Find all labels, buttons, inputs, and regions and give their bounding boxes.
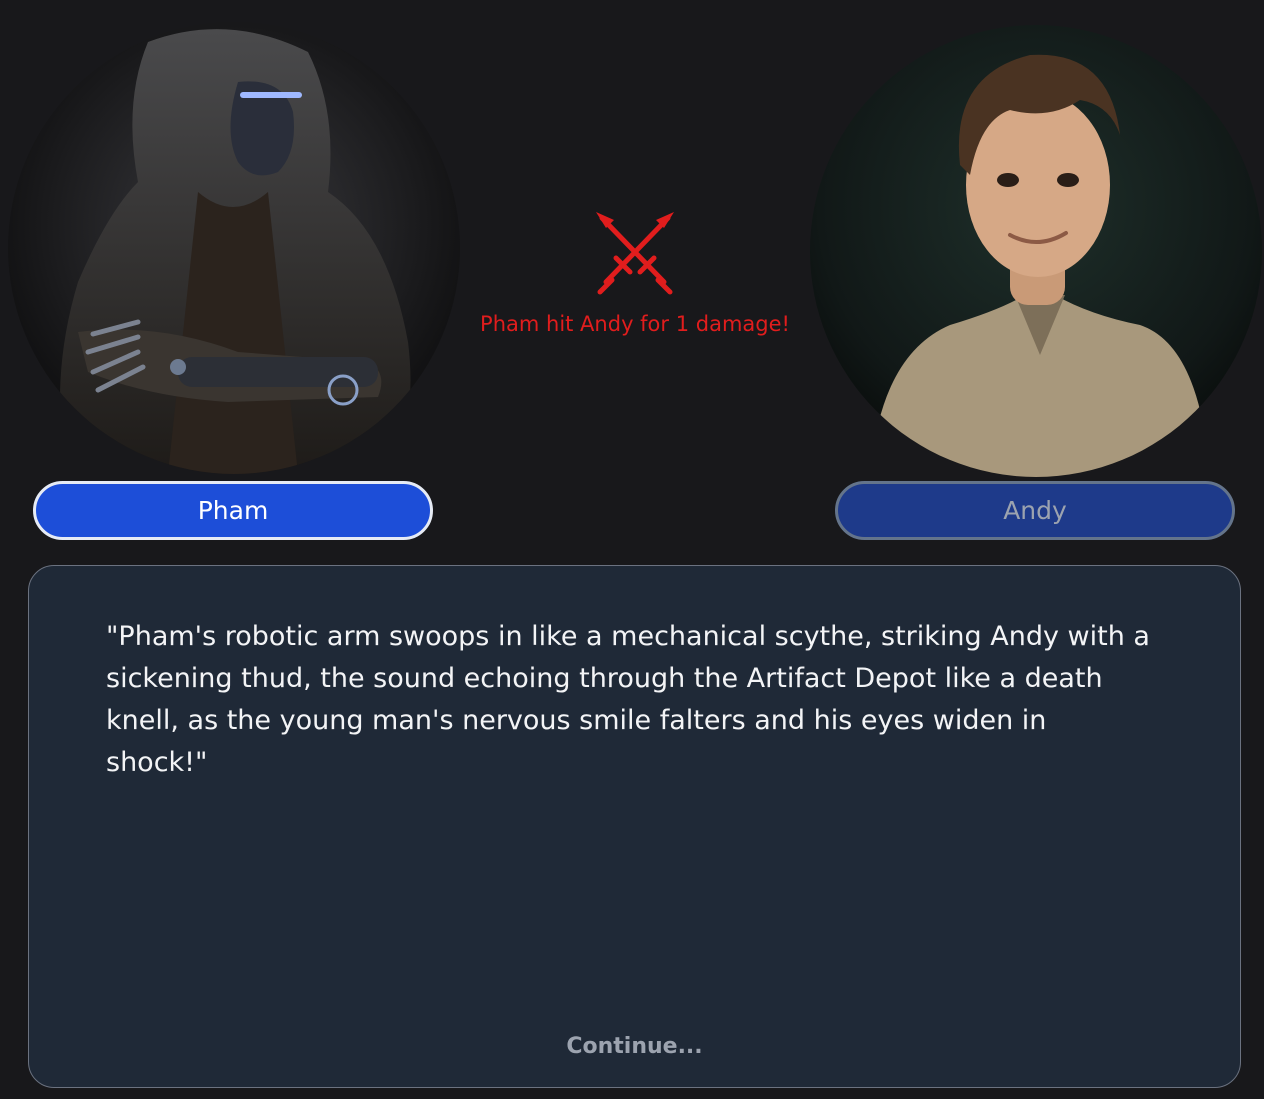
- continue-button[interactable]: Continue...: [29, 1034, 1240, 1059]
- battle-result: Pham hit Andy for 1 damage!: [460, 210, 810, 336]
- crossed-swords-icon: [596, 212, 674, 295]
- battle-screen: Pham hit Andy for 1 damage! Pham Andy "P…: [0, 0, 1264, 1099]
- andy-portrait: [810, 25, 1262, 477]
- story-text: "Pham's robotic arm swoops in like a mec…: [106, 621, 1150, 778]
- story-panel: "Pham's robotic arm swoops in like a mec…: [28, 565, 1241, 1088]
- pham-portrait: [8, 22, 460, 474]
- pham-name-button[interactable]: Pham: [33, 481, 433, 540]
- andy-name-button[interactable]: Andy: [835, 481, 1235, 540]
- damage-message: Pham hit Andy for 1 damage!: [480, 312, 790, 336]
